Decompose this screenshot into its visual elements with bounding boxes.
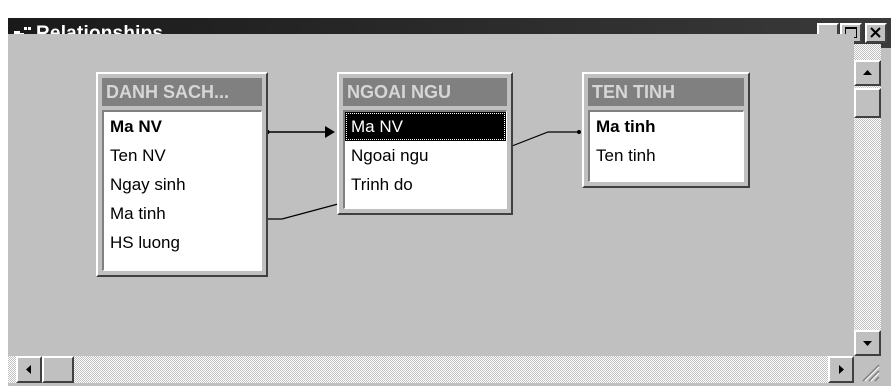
table-ten-tinh[interactable]: TEN TINH Ma tinh Ten tinh (582, 72, 750, 188)
field-item[interactable]: Ngoai ngu (345, 141, 506, 170)
field-item[interactable]: Ma tinh (590, 112, 743, 141)
table-ngoai-ngu[interactable]: NGOAI NGU Ma NV Ngoai ngu Trinh do (337, 72, 513, 215)
arrow-right-icon (839, 365, 844, 374)
field-item[interactable]: Ma NV (104, 112, 261, 141)
table-title[interactable]: TEN TINH (588, 78, 744, 106)
arrow-left-icon (26, 365, 31, 374)
size-grip[interactable] (854, 356, 881, 383)
close-button[interactable] (865, 23, 887, 43)
field-item[interactable]: Ngay sinh (104, 170, 261, 199)
field-item-selected[interactable]: Ma NV (345, 112, 506, 141)
arrow-down-icon (863, 341, 872, 346)
scroll-thumb[interactable] (854, 88, 881, 118)
horizontal-scrollbar[interactable] (8, 356, 854, 383)
field-item[interactable]: HS luong (104, 228, 261, 257)
field-list: Ma NV Ten NV Ngay sinh Ma tinh HS luong (102, 110, 262, 271)
field-item[interactable]: Ten NV (104, 141, 261, 170)
close-icon (867, 25, 885, 41)
relationship-line[interactable] (266, 203, 339, 220)
vertical-scrollbar[interactable] (854, 44, 881, 356)
table-title[interactable]: DANH SACH... (102, 78, 262, 106)
table-title[interactable]: NGOAI NGU (343, 78, 507, 106)
scroll-right-button[interactable] (828, 356, 854, 383)
field-list: Ma tinh Ten tinh (588, 110, 744, 182)
relationship-line[interactable] (264, 126, 336, 138)
relationships-canvas[interactable]: DANH SACH... Ma NV Ten NV Ngay sinh Ma t… (8, 34, 854, 354)
resize-grip-icon (862, 364, 880, 382)
field-item[interactable]: Ten tinh (590, 141, 743, 170)
table-danh-sach[interactable]: DANH SACH... Ma NV Ten NV Ngay sinh Ma t… (96, 72, 268, 277)
scroll-left-button[interactable] (16, 356, 42, 383)
arrow-up-icon (863, 70, 872, 75)
scroll-thumb[interactable] (42, 356, 74, 383)
field-item[interactable]: Trinh do (345, 170, 506, 199)
scroll-up-button[interactable] (854, 60, 881, 86)
scroll-down-button[interactable] (854, 330, 881, 356)
field-item[interactable]: Ma tinh (104, 199, 261, 228)
field-list: Ma NV Ngoai ngu Trinh do (343, 110, 507, 209)
relationship-line[interactable] (511, 130, 581, 147)
